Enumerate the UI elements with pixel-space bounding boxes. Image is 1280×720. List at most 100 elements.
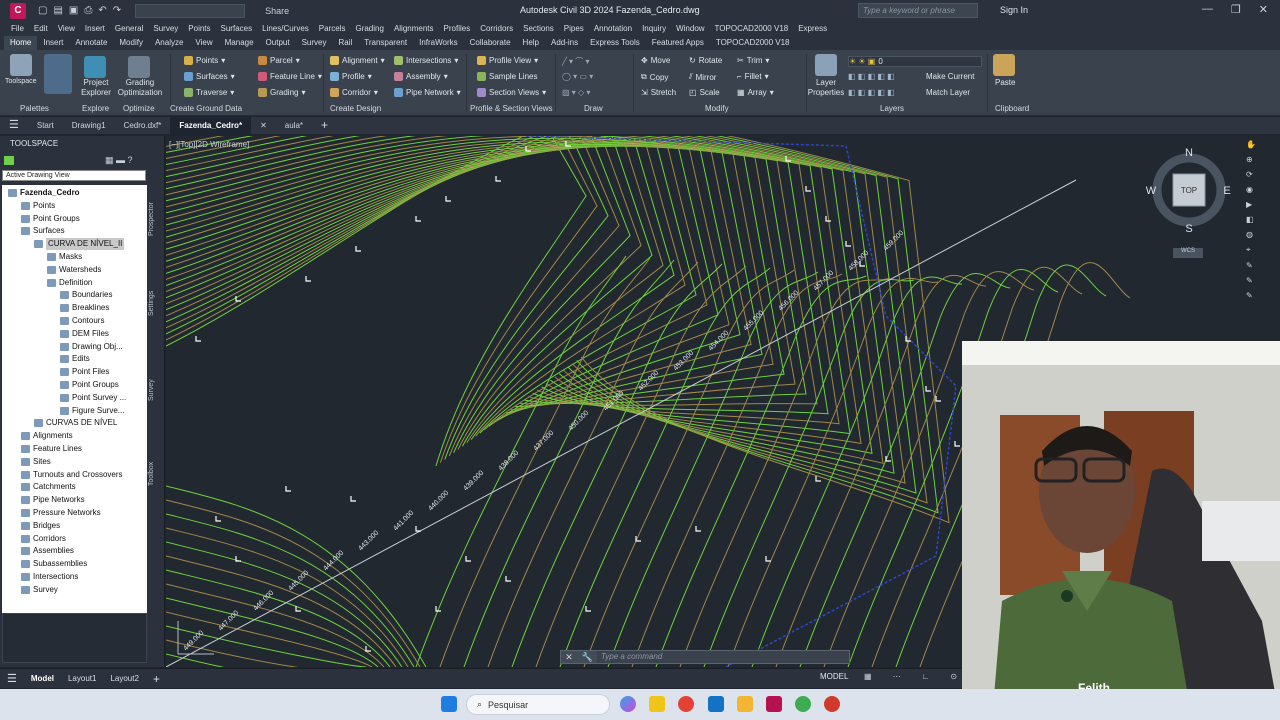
project-explorer-button[interactable]: Project Explorer (78, 78, 114, 98)
close-command-icon[interactable]: ✕ (565, 652, 573, 663)
tree-item[interactable]: Pipe Networks (21, 494, 85, 506)
menu-item[interactable]: Survey (148, 24, 183, 33)
tree-item[interactable]: Points (21, 200, 55, 212)
toolspace-options-icon[interactable]: ▦ ▬ ? (105, 155, 133, 166)
parcel-menu[interactable]: Parcel ▾ (258, 56, 300, 65)
tree-item[interactable]: Sites (21, 456, 51, 468)
move-button[interactable]: ✥ Move (641, 56, 670, 65)
tree-item[interactable]: Masks (47, 251, 82, 263)
profile-menu[interactable]: Profile ▾ (330, 72, 372, 81)
profile-view-menu[interactable]: Profile View ▾ (477, 56, 538, 65)
compass-east[interactable]: E (1223, 185, 1230, 197)
tree-item[interactable]: Definition (47, 277, 92, 289)
ribbon-tab[interactable]: Annotate (69, 36, 113, 50)
minimize-icon[interactable]: — (1202, 3, 1213, 16)
tree-item[interactable]: Edits (60, 353, 90, 365)
tree-item[interactable]: Point Survey ... (60, 392, 126, 404)
ribbon-tab[interactable]: Transparent (358, 36, 413, 50)
ribbon-tab[interactable]: TOPOCAD2000 V18 (710, 36, 796, 50)
intersections-menu[interactable]: Intersections ▾ (394, 56, 458, 65)
menu-item[interactable]: TOPOCAD2000 V18 (710, 24, 794, 33)
ribbon-group-label[interactable]: Modify (705, 104, 729, 113)
redo-icon[interactable]: ↷ (113, 5, 121, 16)
ribbon-tab[interactable]: Collaborate (464, 36, 517, 50)
tab-fazenda-cedro[interactable]: Fazenda_Cedro* (170, 117, 252, 134)
compass-west[interactable]: W (1146, 185, 1157, 197)
ribbon-tab[interactable]: Insert (37, 36, 69, 50)
showmotion-icon[interactable]: ▶ (1246, 200, 1260, 209)
menu-item[interactable]: Pipes (559, 24, 589, 33)
menu-item[interactable]: Points (183, 24, 215, 33)
tree-item[interactable]: Survey (21, 584, 58, 596)
ribbon-tab[interactable]: Add-ins (545, 36, 584, 50)
trim-button[interactable]: ✂ Trim ▾ (737, 56, 769, 65)
menu-item[interactable]: File (6, 24, 29, 33)
ribbon-tab[interactable]: Express Tools (584, 36, 646, 50)
tree-item[interactable]: Surfaces (21, 225, 65, 237)
tab-start[interactable]: Start (28, 117, 63, 134)
grading-optimization-icon[interactable] (128, 56, 150, 78)
paste-button[interactable]: Paste (995, 78, 1015, 87)
layer-tools-icon[interactable]: ◧ ◧ ◧ ◧ ◧ (848, 72, 895, 81)
grading-optimization-button[interactable]: Grading Optimization (114, 78, 166, 98)
ribbon-tab[interactable]: View (189, 36, 218, 50)
menu-item[interactable]: Annotation (589, 24, 637, 33)
surfaces-menu[interactable]: Surfaces ▾ (184, 72, 235, 81)
ribbon-tab[interactable]: Help (517, 36, 545, 50)
pan-icon[interactable]: ✋ (1246, 140, 1260, 149)
project-explorer-icon[interactable] (84, 56, 106, 78)
menu-item[interactable]: Edit (29, 24, 53, 33)
steering-wheel-icon[interactable]: ◉ (1246, 185, 1260, 194)
layer-properties-icon[interactable] (815, 54, 837, 76)
ribbon-group-label[interactable]: Layers (880, 104, 904, 113)
tab-cedro-dxf[interactable]: Cedro.dxf* (115, 117, 171, 134)
snap-icon[interactable]: ⌖ (1246, 245, 1260, 255)
civil3d-logo-icon[interactable]: C (10, 2, 26, 19)
close-icon[interactable]: ✕ (1259, 3, 1268, 16)
tree-item[interactable]: Corridors (21, 533, 66, 545)
tab-toolbox[interactable]: Toolbox (148, 462, 155, 486)
ribbon-group-label[interactable]: Profile & Section Views (470, 104, 553, 113)
tab-settings[interactable]: Settings (148, 291, 155, 316)
ribbon-tab[interactable]: Output (260, 36, 296, 50)
tree-item[interactable]: Breaklines (60, 302, 109, 314)
tree-item[interactable]: Point Files (60, 366, 109, 378)
taskbar-search[interactable]: ⌕ Pesquisar (466, 694, 610, 715)
tree-item[interactable]: Assemblies (21, 545, 74, 557)
feature-line-menu[interactable]: Feature Line ▾ (258, 72, 322, 81)
model-space-button[interactable]: MODEL (820, 672, 848, 681)
line-tool-icon[interactable]: ╱ ▾ ⌒ ▾ (562, 56, 590, 67)
section-views-menu[interactable]: Section Views ▾ (477, 88, 546, 97)
chrome-profile-icon[interactable] (795, 696, 811, 712)
ribbon-tab[interactable]: Manage (219, 36, 260, 50)
tree-item[interactable]: Turnouts and Crossovers (21, 469, 123, 481)
tree-item[interactable]: Catchments (21, 481, 76, 493)
file-explorer-icon[interactable] (737, 696, 753, 712)
search-input[interactable]: Type a keyword or phrase (858, 3, 978, 18)
match-layer-button[interactable]: Match Layer (926, 88, 970, 97)
menu-item[interactable]: Alignments (389, 24, 439, 33)
tree-item[interactable]: Alignments (21, 430, 73, 442)
ribbon-tab[interactable]: Home (4, 36, 38, 50)
command-input[interactable]: Type a command (597, 651, 849, 663)
grid-icon[interactable]: ▦ (857, 672, 879, 681)
rotate-button[interactable]: ↻ Rotate (689, 56, 722, 65)
menu-item[interactable]: Insert (80, 24, 110, 33)
menu-item[interactable]: Express (793, 24, 832, 33)
points-menu[interactable]: Points ▾ (184, 56, 225, 65)
layer-dropdown[interactable]: ☀ ☀ ▣ 0 (848, 56, 982, 67)
workspace-combo[interactable] (135, 3, 246, 18)
app-icon[interactable] (824, 696, 840, 712)
tree-item[interactable]: Figure Surve... (60, 405, 124, 417)
tree-item[interactable]: Contours (60, 315, 104, 327)
palette-buttons-icon[interactable] (44, 54, 72, 94)
ortho-icon[interactable]: ∟ (915, 672, 937, 681)
civil3d-taskbar-icon[interactable] (766, 696, 782, 712)
ribbon-tab[interactable]: InfraWorks (413, 36, 464, 50)
tree-item[interactable]: Subassemblies (21, 558, 87, 570)
layer-properties-button[interactable]: Layer Properties (806, 78, 846, 98)
menu-item[interactable]: Window (671, 24, 709, 33)
tab-prospector[interactable]: Prospector (148, 202, 155, 236)
status-menu-icon[interactable]: ☰ (0, 672, 24, 685)
ribbon-tab[interactable]: Analyze (149, 36, 189, 50)
